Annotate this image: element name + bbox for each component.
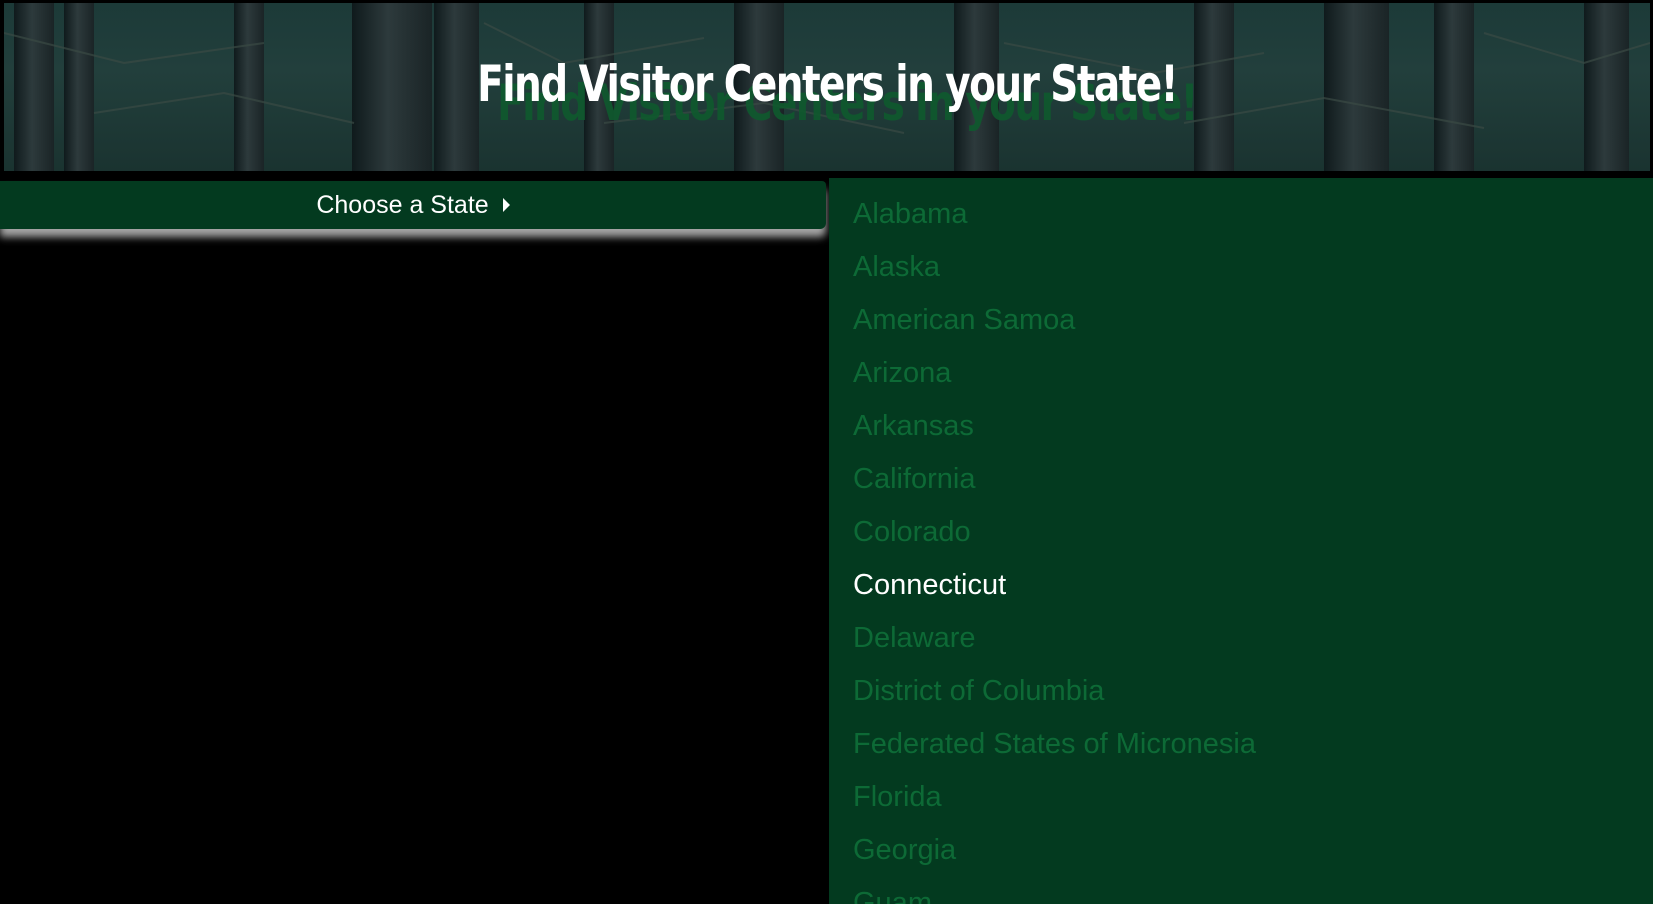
state-list: Alabama Alaska American Samoa Arizona Arkans… — [829, 178, 1653, 904]
state-item-california[interactable]: California — [853, 453, 1653, 506]
choose-state-button[interactable]: Choose a State — [0, 181, 826, 229]
choose-state-label: Choose a State — [316, 190, 489, 219]
state-item-guam[interactable]: Guam — [853, 877, 1653, 904]
state-item-florida[interactable]: Florida — [853, 771, 1653, 824]
state-item-arkansas[interactable]: Arkansas — [853, 400, 1653, 453]
state-item-american-samoa[interactable]: American Samoa — [853, 294, 1653, 347]
page-title: Find Visitor Centers in your State! — [477, 55, 1178, 113]
state-item-colorado[interactable]: Colorado — [853, 506, 1653, 559]
state-item-connecticut[interactable]: Connecticut — [853, 559, 1653, 612]
state-item-district-of-columbia[interactable]: District of Columbia — [853, 665, 1653, 718]
state-list-panel[interactable]: Alabama Alaska American Samoa Arizona Arkans… — [829, 178, 1653, 904]
state-item-arizona[interactable]: Arizona — [853, 347, 1653, 400]
state-item-georgia[interactable]: Georgia — [853, 824, 1653, 877]
state-item-alabama[interactable]: Alabama — [853, 188, 1653, 241]
state-item-federated-states-of-micronesia[interactable]: Federated States of Micronesia — [853, 718, 1653, 771]
state-item-delaware[interactable]: Delaware — [853, 612, 1653, 665]
caret-right-icon — [502, 198, 510, 212]
forest-banner: Find Visitor Centers in your State! Find… — [4, 3, 1650, 171]
state-item-alaska[interactable]: Alaska — [853, 241, 1653, 294]
